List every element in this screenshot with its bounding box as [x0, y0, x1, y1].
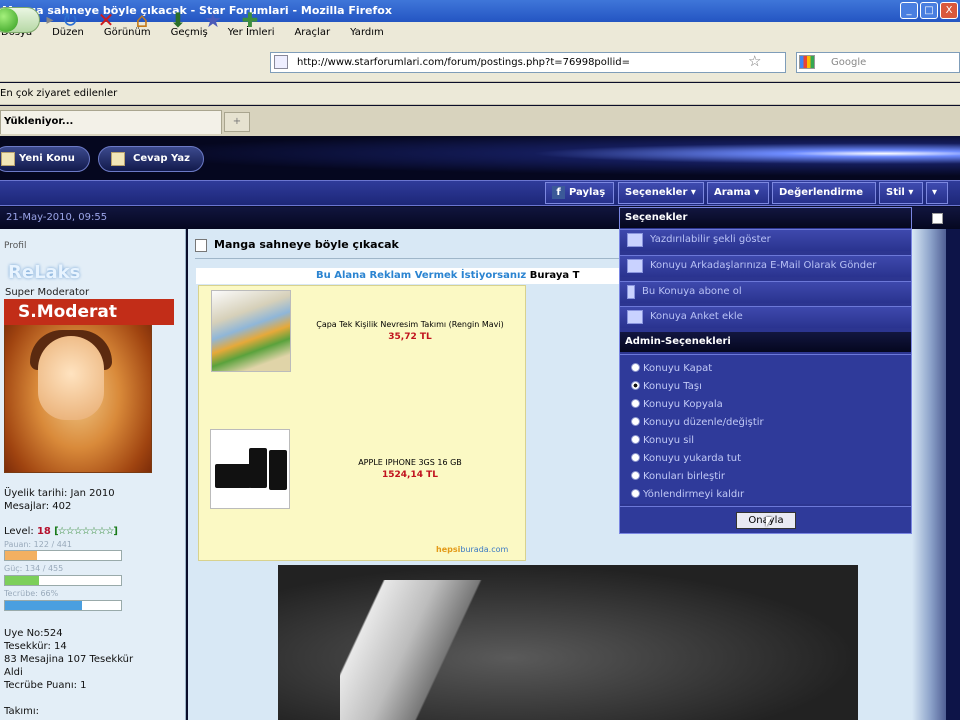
ad-marquee[interactable]: Bu Alana Reklam Vermek İstiyorsanız Bura…: [196, 268, 636, 284]
window-controls: _ □ X: [900, 2, 958, 19]
member-number: Uye No:524: [4, 628, 63, 639]
add-icon[interactable]: ✚: [236, 6, 264, 34]
exp-bar-fill: [5, 601, 82, 610]
bar-power-label: Güç: 134 / 455: [4, 564, 64, 573]
thanks-count: Tesekkür: 14: [4, 641, 67, 652]
email-topic-item[interactable]: Konuyu Arkadaşlarınıza E-Mail Olarak Gön…: [620, 255, 911, 277]
poll-icon: [627, 310, 643, 324]
radio-delete-topic[interactable]: Konuyu sil: [631, 434, 694, 447]
radio-merge-topics[interactable]: Konuları birleştir: [631, 470, 725, 483]
menu-help[interactable]: Yardım: [349, 27, 385, 38]
hp-bar: [4, 550, 122, 561]
ad-name-1[interactable]: Çapa Tek Kişilik Nevresim Takımı (Rengin…: [290, 320, 530, 329]
ad-price-1: 35,72 TL: [388, 332, 432, 342]
user-level: Level: 18 [☆☆☆☆☆☆☆]: [4, 526, 118, 537]
bookmark-most-visited[interactable]: En çok ziyaret edilenler: [0, 88, 117, 99]
close-button[interactable]: X: [940, 2, 958, 19]
ad-price-2: 1524,14 TL: [382, 470, 438, 480]
user-title: Super Moderator: [5, 287, 90, 298]
scrollbar[interactable]: [946, 229, 960, 720]
tab-loading[interactable]: Yükleniyor...: [0, 110, 222, 134]
maximize-button[interactable]: □: [920, 2, 938, 19]
subscribe-icon: [627, 285, 635, 299]
url-bar[interactable]: http://www.starforumlari.com/forum/posti…: [270, 52, 786, 73]
page-icon: [274, 55, 288, 69]
phone-shape-3: [269, 450, 287, 490]
mouse-cursor-icon: [766, 517, 772, 527]
admin-options-header: Admin-Seçenekleri: [620, 332, 911, 352]
new-tab-button[interactable]: +: [224, 112, 250, 132]
options-menu-button[interactable]: Seçenekler ▾: [618, 182, 704, 204]
post-title: Manga sahneye böyle çıkacak: [214, 238, 399, 251]
exp-points: Tecrübe Puanı: 1: [4, 680, 87, 691]
radio-edit-topic[interactable]: Konuyu düzenle/değiştir: [631, 416, 764, 429]
bookmarks-toolbar: En çok ziyaret edilenler: [0, 83, 960, 105]
power-bar: [4, 575, 122, 586]
team-label: Takımı:: [4, 706, 40, 717]
profile-label: Profil: [4, 241, 27, 251]
minimize-button[interactable]: _: [900, 2, 918, 19]
bookmark-page-icon[interactable]: ☆: [748, 52, 761, 70]
post-date: 21-May-2010, 09:55: [6, 212, 108, 223]
bookmark-star-icon[interactable]: ★: [199, 6, 227, 34]
reload-icon[interactable]: ↻: [56, 6, 84, 34]
thanked-count: 83 Mesajina 107 Tesekkür Aldi: [4, 654, 134, 678]
ad-logo[interactable]: hepsiburada.com: [436, 545, 508, 554]
reply-icon: [111, 152, 125, 166]
printer-icon: [627, 233, 643, 247]
email-icon: [627, 259, 643, 273]
add-poll-item[interactable]: Konuya Anket ekle: [620, 306, 911, 328]
home-icon[interactable]: ⌂: [128, 6, 156, 34]
join-date: Üyelik tarihi: Jan 2010: [4, 488, 115, 499]
level-stars: [☆☆☆☆☆☆☆]: [54, 526, 118, 537]
radio-move-topic[interactable]: Konuyu Taşı: [631, 380, 702, 393]
download-icon[interactable]: ⬇: [164, 6, 192, 34]
level-number: 18: [36, 526, 51, 537]
print-view-item[interactable]: Yazdırılabilir şekli göster: [620, 229, 911, 251]
post-image-detail: [340, 580, 490, 720]
new-topic-icon: [1, 152, 15, 166]
post-count: Mesajlar: 402: [4, 501, 72, 512]
phone-shape-1: [215, 464, 251, 488]
subscribe-item[interactable]: Bu Konuya abone ol: [620, 281, 911, 303]
google-icon[interactable]: [799, 55, 815, 69]
bar-hp-label: Pauan: 122 / 441: [4, 540, 72, 549]
power-bar-fill: [5, 576, 39, 585]
stop-icon[interactable]: ✕: [92, 6, 120, 34]
post-icon: [195, 239, 207, 252]
phone-shape-2: [249, 448, 267, 488]
hp-bar-fill: [5, 551, 38, 560]
bar-exp-label: Tecrübe: 66%: [4, 589, 59, 598]
search-input[interactable]: Google: [796, 52, 960, 73]
username-link[interactable]: ReLaks: [8, 262, 80, 283]
new-topic-button[interactable]: Yeni Konu: [0, 146, 90, 172]
reply-button[interactable]: Cevap Yaz: [98, 146, 204, 172]
search-menu-button[interactable]: Arama ▾: [707, 182, 769, 204]
ad-image-phone[interactable]: [210, 429, 290, 509]
exp-bar: [4, 600, 122, 611]
facebook-icon: f: [552, 186, 565, 199]
rate-menu-button[interactable]: Değerlendirme ▾: [772, 182, 876, 218]
menu-tools[interactable]: Araçlar: [293, 27, 331, 38]
ad-image-bedding[interactable]: [211, 290, 291, 372]
avatar-face: [38, 336, 104, 420]
more-menu-button[interactable]: ▾: [926, 182, 948, 204]
avatar-rank-banner: S.Moderat: [4, 299, 174, 325]
options-header: Seçenekler: [620, 208, 911, 228]
ad-name-2[interactable]: APPLE IPHONE 3GS 16 GB: [290, 458, 530, 467]
radio-remove-redirect[interactable]: Yönlendirmeyi kaldır: [631, 488, 744, 501]
radio-copy-topic[interactable]: Konuyu Kopyala: [631, 398, 723, 411]
post-select-checkbox[interactable]: [932, 213, 943, 224]
radio-close-topic[interactable]: Konuyu Kapat: [631, 362, 712, 375]
radio-sticky-topic[interactable]: Konuyu yukarda tut: [631, 452, 741, 465]
style-menu-button[interactable]: Stil ▾: [879, 182, 923, 204]
share-button[interactable]: f Paylaş: [545, 182, 614, 204]
